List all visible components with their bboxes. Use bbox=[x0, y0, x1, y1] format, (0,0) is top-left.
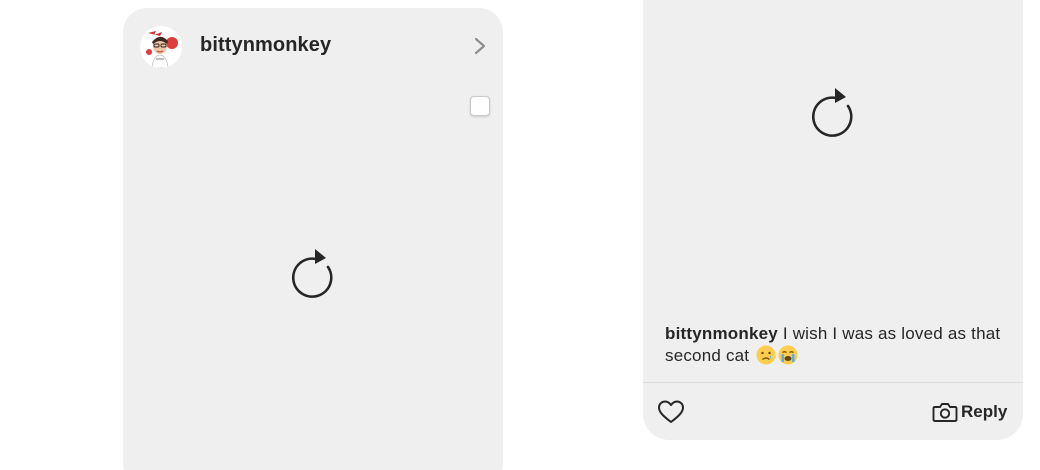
chevron-right-icon[interactable] bbox=[473, 36, 487, 56]
reload-icon[interactable] bbox=[808, 84, 858, 138]
camera-icon bbox=[932, 403, 958, 422]
story-caption: bittynmonkey I wish I was as loved as th… bbox=[665, 323, 1005, 367]
divider bbox=[643, 382, 1023, 383]
loudly-crying-face-emoji-icon bbox=[778, 345, 798, 365]
post-header: bittynmonkey bbox=[123, 8, 503, 86]
post-card: bittynmonkey bbox=[123, 8, 503, 470]
reload-icon[interactable] bbox=[288, 245, 338, 299]
heart-icon[interactable] bbox=[657, 399, 685, 425]
post-username[interactable]: bittynmonkey bbox=[200, 34, 331, 57]
avatar[interactable] bbox=[140, 26, 182, 68]
crying-face-emoji-icon bbox=[756, 345, 776, 365]
reply-label: Reply bbox=[961, 402, 1008, 421]
select-checkbox[interactable] bbox=[470, 96, 490, 116]
screen: bittynmonkey bittynmonkey I wish I was a… bbox=[0, 0, 1040, 470]
caption-username[interactable]: bittynmonkey bbox=[665, 324, 778, 343]
reply-button[interactable]: Reply bbox=[932, 399, 1007, 425]
bitmoji-avatar-icon bbox=[140, 26, 182, 68]
story-reply-card: bittynmonkey I wish I was as loved as th… bbox=[643, 0, 1023, 440]
